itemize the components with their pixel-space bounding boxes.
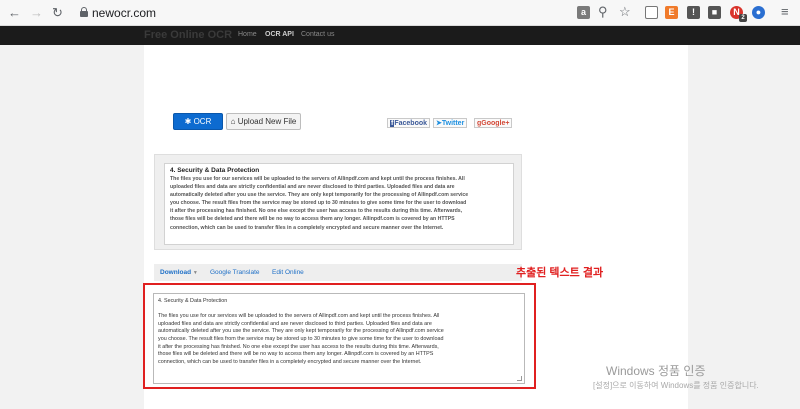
source-text-box: 4. Security & Data Protection The files … [164,163,514,245]
tab-download[interactable]: Download ▼ [160,269,198,276]
gear-icon: ✱ [184,117,192,126]
source-body: The files you use for our services will … [170,176,469,231]
extension-icon[interactable]: E [665,6,678,19]
translate-icon[interactable]: a [577,6,590,19]
ocr-button-label: OCR [193,117,212,126]
result-highlight: 4. Security & Data Protection The files … [143,283,536,389]
annotation-label: 추출된 텍스트 결과 [516,267,604,279]
twitter-share-button[interactable]: ➤Twitter [433,118,468,128]
google-share-button[interactable]: gGoogle+ [474,118,513,128]
site-navbar: Free Online OCR Home OCR API Contact us [0,26,800,45]
browser-toolbar: ← → ↻ newocr.com a ⚲ ☆ E ! ■ N 2 ● ≡ [0,0,800,26]
nav-ocr-api[interactable]: OCR API [265,31,294,38]
back-icon[interactable]: ← [8,5,21,21]
source-title: 4. Security & Data Protection [170,167,260,174]
forward-icon[interactable]: → [30,5,43,21]
address-bar[interactable]: newocr.com [92,6,156,20]
zoom-icon[interactable]: ⚲ [598,4,608,20]
result-tabs: Download ▼ Google Translate Edit Online [154,264,522,281]
source-preview: 4. Security & Data Protection The files … [154,154,522,250]
site-brand[interactable]: Free Online OCR [144,29,232,41]
resize-handle-icon[interactable] [517,376,522,381]
nav-home[interactable]: Home [238,31,257,38]
facebook-share-button[interactable]: fFacebook [387,118,431,128]
result-textarea[interactable]: 4. Security & Data Protection The files … [153,293,525,384]
extension-icon[interactable]: ! [687,6,700,19]
chevron-down-icon: ▼ [192,270,198,276]
tab-edit-online[interactable]: Edit Online [272,269,304,276]
activation-watermark-text: [설정]으로 이동하여 Windows를 정품 인증합니다. [593,381,759,390]
extension-icon[interactable]: ■ [708,6,721,19]
upload-button[interactable]: ⌂ Upload New File [226,113,301,130]
reload-icon[interactable]: ↻ [52,5,63,21]
star-icon[interactable]: ☆ [619,4,631,20]
extension-badge: 2 [739,14,747,22]
ocr-button[interactable]: ✱ OCR [173,113,223,130]
activation-watermark-title: Windows 정품 인증 [606,364,706,378]
cast-icon[interactable] [645,6,658,19]
menu-icon[interactable]: ≡ [781,4,789,20]
nav-contact[interactable]: Contact us [301,31,334,38]
result-body: The files you use for our services will … [158,313,444,365]
home-icon: ⌂ [230,117,236,126]
profile-icon[interactable]: ● [752,6,765,19]
upload-button-label: Upload New File [237,117,297,126]
lock-icon [80,7,88,17]
tab-google-translate[interactable]: Google Translate [210,269,260,276]
result-title: 4. Security & Data Protection [158,298,228,304]
